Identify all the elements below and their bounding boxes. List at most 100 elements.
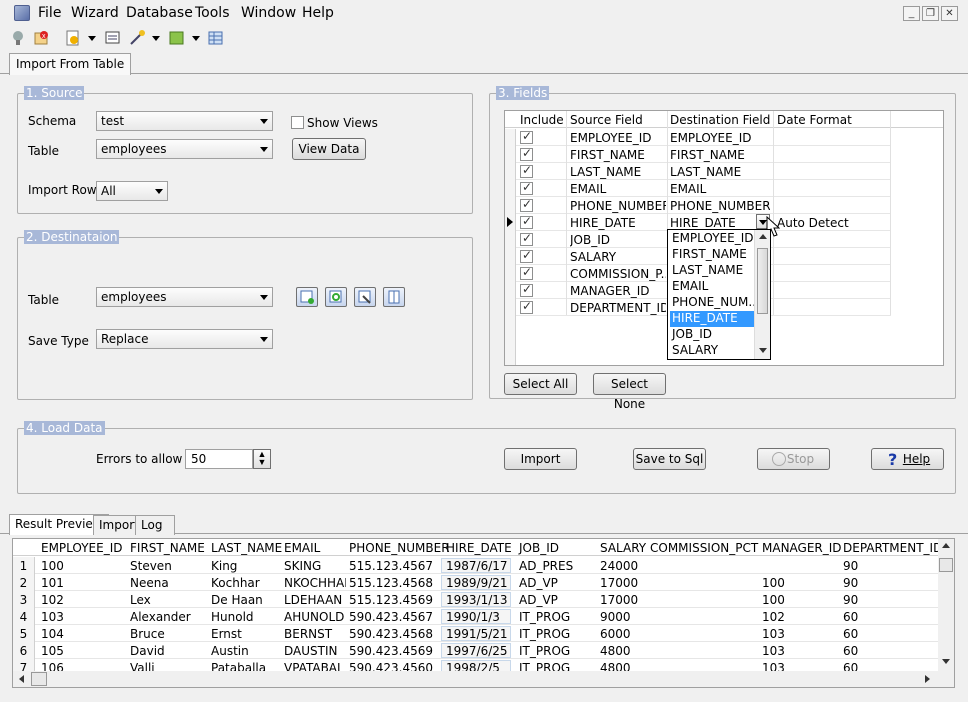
table-cell: 103 — [762, 644, 785, 658]
table-row[interactable]: 4 103 Alexander Hunold AHUNOLD 590.423.4567 19… — [13, 608, 954, 625]
include-checkbox[interactable] — [520, 231, 533, 246]
table-cell: 590.423.4568 — [349, 627, 433, 641]
schema-select[interactable]: test — [96, 111, 273, 131]
menu-tools[interactable]: Tools — [195, 5, 230, 21]
dropdown-option[interactable]: SALARY — [670, 343, 754, 359]
table-cell: 6000 — [600, 627, 631, 641]
menu-window[interactable]: Window — [241, 5, 296, 21]
new-query-icon[interactable] — [64, 29, 82, 47]
table-row[interactable]: 5 104 Bruce Ernst BERNST 590.423.4568 1991/5/2… — [13, 625, 954, 642]
table-row[interactable]: 1 100 Steven King SKING 515.123.4567 1987/6/17… — [13, 557, 954, 574]
close-icon[interactable]: ✕ — [941, 6, 958, 21]
table-cell: 1987/6/17 — [446, 559, 508, 573]
table-columns-icon[interactable] — [383, 287, 405, 307]
show-views-checkbox[interactable] — [291, 116, 304, 129]
chevron-down-icon[interactable] — [152, 36, 160, 41]
menu-wizard[interactable]: Wizard — [71, 5, 119, 21]
table-row[interactable]: 6 105 David Austin DAUSTIN 590.423.4569 1997/6… — [13, 642, 954, 659]
include-checkbox[interactable] — [520, 129, 533, 144]
create-table-icon[interactable] — [296, 287, 318, 307]
chevron-down-icon[interactable] — [88, 36, 96, 41]
destination-field-cell[interactable]: LAST_NAME — [670, 165, 770, 179]
destination-field-cell[interactable]: HIRE_DATE — [670, 216, 770, 230]
dropdown-option[interactable]: EMPLOYEE_ID — [670, 231, 754, 247]
table-row[interactable]: 2 101 Neena Kochhar NKOCHHAF 515.123.4568 1989… — [13, 574, 954, 591]
grid-icon[interactable] — [207, 29, 225, 47]
dropdown-option[interactable]: FIRST_NAME — [670, 247, 754, 263]
view-data-button[interactable]: View Data — [292, 138, 366, 160]
table-cell: 60 — [843, 644, 859, 658]
stop-button[interactable]: Stop — [757, 448, 830, 470]
import-rows-select[interactable]: All — [96, 181, 168, 201]
table-cell: Ernst — [211, 627, 242, 641]
source-table-select[interactable]: employees — [96, 139, 273, 159]
destination-field-cell[interactable]: EMAIL — [670, 182, 770, 196]
table-cell: 90 — [843, 576, 859, 590]
row-indicator — [505, 299, 516, 316]
include-checkbox[interactable] — [520, 248, 533, 263]
menu-database[interactable]: Database — [126, 5, 193, 21]
dest-field-dropdown-list[interactable]: EMPLOYEE_ID FIRST_NAME LAST_NAME EMAIL PHONE… — [667, 229, 771, 360]
table-cell: IT_PROG — [519, 644, 571, 658]
include-checkbox[interactable] — [520, 180, 533, 195]
field-row[interactable]: LAST_NAME LAST_NAME — [505, 163, 943, 180]
select-all-button[interactable]: Select All — [504, 373, 577, 395]
app-icon — [14, 5, 30, 21]
save-type-select[interactable]: Replace — [96, 329, 273, 349]
col-department-id: DEPARTMENT_ID — [843, 541, 943, 555]
include-checkbox[interactable] — [520, 197, 533, 212]
col-first-name: FIRST_NAME — [130, 541, 205, 555]
dropdown-option[interactable]: HIRE_DATE — [670, 311, 754, 327]
refresh-table-icon[interactable] — [325, 287, 347, 307]
field-row[interactable]: PHONE_NUMBER PHONE_NUMBER — [505, 197, 943, 214]
field-row[interactable]: EMAIL EMAIL — [505, 180, 943, 197]
include-checkbox[interactable] — [520, 214, 533, 229]
menu-file[interactable]: File — [38, 5, 61, 21]
tab-log[interactable]: Log — [135, 515, 175, 535]
col-email: EMAIL — [284, 541, 321, 555]
field-row[interactable]: FIRST_NAME FIRST_NAME — [505, 146, 943, 163]
include-checkbox[interactable] — [520, 265, 533, 280]
source-field-cell: EMAIL — [570, 182, 607, 196]
destination-field-cell[interactable]: EMPLOYEE_ID — [670, 131, 770, 145]
table-cell: 102 — [41, 593, 64, 607]
result-hscrollbar[interactable] — [13, 671, 954, 687]
tab-import-from-table[interactable]: Import From Table — [9, 53, 132, 75]
connect-icon[interactable] — [10, 29, 28, 47]
destination-field-cell[interactable]: FIRST_NAME — [670, 148, 770, 162]
table-cell: 104 — [41, 627, 64, 641]
schema-icon[interactable] — [104, 29, 122, 47]
minimize-icon[interactable]: _ — [903, 6, 920, 21]
field-row[interactable]: EMPLOYEE_ID EMPLOYEE_ID — [505, 129, 943, 146]
select-none-button[interactable]: Select None — [593, 373, 666, 411]
result-vscrollbar[interactable] — [938, 539, 954, 671]
dest-table-select[interactable]: employees — [96, 287, 273, 307]
dropdown-option[interactable]: PHONE_NUM... — [670, 295, 754, 311]
dropdown-option[interactable]: JOB_ID — [670, 327, 754, 343]
save-to-sql-button[interactable]: Save to Sql — [633, 448, 706, 470]
dropdown-option[interactable]: EMAIL — [670, 279, 754, 295]
table-cell: NKOCHHAF — [284, 576, 346, 590]
dropdown-scrollbar[interactable] — [754, 230, 770, 359]
import-icon[interactable] — [168, 29, 186, 47]
date-format-cell[interactable]: Auto Detect — [777, 216, 887, 230]
table-cell: AD_PRES — [519, 559, 574, 573]
help-button[interactable]: ? Help — [871, 448, 944, 470]
include-checkbox[interactable] — [520, 299, 533, 314]
menu-help[interactable]: Help — [302, 5, 334, 21]
source-field-cell: HIRE_DATE — [570, 216, 636, 230]
table-row[interactable]: 3 102 Lex De Haan LDEHAAN 515.123.4569 1993/1/… — [13, 591, 954, 608]
errors-input[interactable]: 50 — [185, 449, 253, 469]
include-checkbox[interactable] — [520, 282, 533, 297]
dropdown-option[interactable]: LAST_NAME — [670, 263, 754, 279]
destination-field-cell[interactable]: PHONE_NUMBER — [670, 199, 770, 213]
errors-stepper[interactable]: ▲ ▼ — [253, 449, 271, 469]
table-properties-icon[interactable] — [354, 287, 376, 307]
wand-icon[interactable] — [128, 29, 146, 47]
restore-icon[interactable]: ❐ — [922, 6, 939, 21]
include-checkbox[interactable] — [520, 163, 533, 178]
import-button[interactable]: Import — [504, 448, 577, 470]
chevron-down-icon[interactable] — [192, 36, 200, 41]
include-checkbox[interactable] — [520, 146, 533, 161]
disconnect-icon[interactable]: x — [32, 29, 50, 47]
